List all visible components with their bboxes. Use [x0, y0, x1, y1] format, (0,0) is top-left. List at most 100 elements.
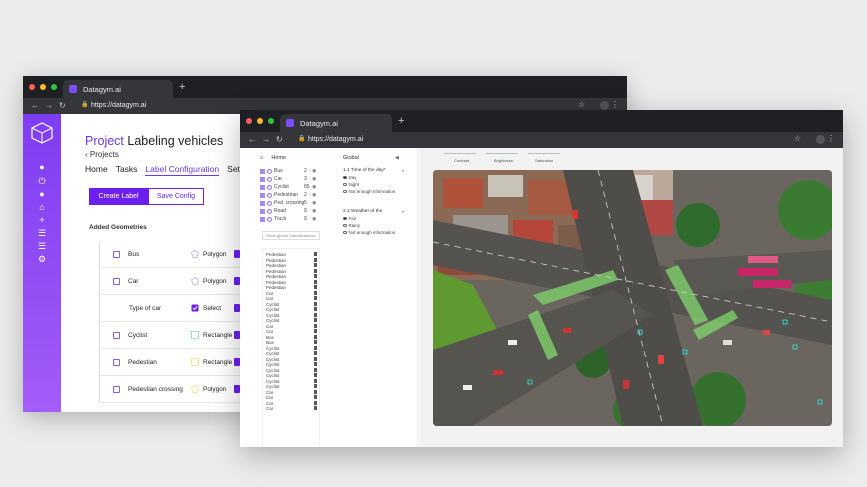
- profile-avatar[interactable]: [600, 101, 609, 110]
- object-list-item[interactable]: Pedestian: [266, 263, 317, 268]
- object-list-item[interactable]: Cyclist: [266, 384, 317, 389]
- aerial-intersection-image[interactable]: [433, 170, 832, 426]
- trash-icon[interactable]: [314, 285, 317, 289]
- object-list-item[interactable]: Pedestian: [266, 274, 317, 279]
- back-arrow-icon[interactable]: ←: [248, 135, 256, 144]
- trash-icon[interactable]: [314, 373, 317, 377]
- plus-icon[interactable]: +: [35, 215, 49, 225]
- new-tab-button[interactable]: +: [398, 115, 404, 127]
- profile-avatar[interactable]: [816, 135, 825, 144]
- object-list-item[interactable]: Car: [266, 400, 317, 406]
- object-list-item[interactable]: Pedestian: [266, 252, 317, 257]
- forward-arrow-icon[interactable]: →: [45, 101, 53, 110]
- eye-icon[interactable]: ◉: [312, 168, 316, 174]
- trash-icon[interactable]: [314, 351, 317, 355]
- object-list-item[interactable]: Pedestian: [266, 257, 317, 263]
- trash-icon[interactable]: [314, 257, 317, 262]
- radio-fair[interactable]: Fair: [343, 216, 356, 221]
- minimize-window-button[interactable]: [257, 118, 263, 124]
- chevron-down-icon[interactable]: ▾: [402, 168, 404, 173]
- class-row-cyclist[interactable]: Cyclist 85 ◉: [260, 184, 322, 192]
- eye-icon[interactable]: ◉: [312, 192, 316, 198]
- eye-icon[interactable]: ◉: [312, 216, 316, 222]
- geometry-row-car[interactable]: Car Polygon: [99, 269, 259, 295]
- brightness-slider[interactable]: [486, 153, 518, 154]
- radio-rainy[interactable]: Rainy: [343, 223, 360, 228]
- trash-icon[interactable]: [314, 334, 317, 339]
- tab-label-configuration[interactable]: Label Configuration: [145, 164, 220, 176]
- trash-icon[interactable]: [314, 367, 317, 372]
- person-icon[interactable]: ●: [35, 189, 49, 199]
- object-list-item[interactable]: Cyclist: [266, 301, 317, 307]
- geometry-row-pedestian-crossing[interactable]: Pedestian crossing Polygon: [99, 377, 259, 403]
- class-row-pedestrian[interactable]: Pedestrian 2 ◉: [260, 192, 322, 200]
- class-checkbox[interactable]: [260, 177, 265, 182]
- trash-icon[interactable]: [314, 290, 317, 295]
- eye-icon[interactable]: ◉: [312, 208, 316, 214]
- new-tab-button[interactable]: +: [179, 81, 185, 93]
- trash-icon[interactable]: [314, 312, 317, 317]
- radio-not-enough-info-1[interactable]: Not enough information: [343, 189, 395, 194]
- browser-menu-icon[interactable]: ⋮: [827, 134, 835, 143]
- radio-night[interactable]: Night: [343, 182, 359, 187]
- eye-icon[interactable]: ◉: [312, 200, 316, 206]
- trash-icon[interactable]: [314, 318, 317, 322]
- object-list-item[interactable]: Pedestian: [266, 268, 317, 274]
- class-checkbox[interactable]: [260, 209, 265, 214]
- trash-icon[interactable]: [314, 378, 317, 383]
- class-row-truck[interactable]: Truck 0 ◉: [260, 216, 322, 224]
- save-config-button[interactable]: Save Config: [148, 188, 204, 205]
- forward-arrow-icon[interactable]: →: [262, 135, 270, 144]
- trash-icon[interactable]: [314, 356, 317, 361]
- maximize-window-button[interactable]: [51, 84, 57, 90]
- object-list-item[interactable]: Car: [266, 290, 317, 296]
- trash-icon[interactable]: [314, 384, 317, 388]
- chevron-down-icon[interactable]: ▾: [402, 209, 404, 214]
- class-checkbox[interactable]: [260, 217, 265, 222]
- url-field[interactable]: https://datagym.ai: [91, 102, 146, 109]
- object-list-item[interactable]: Pedestian: [266, 285, 317, 290]
- object-list-item[interactable]: Bus: [266, 340, 317, 345]
- class-row-road[interactable]: Road 0 ◉: [260, 208, 322, 216]
- list-icon[interactable]: ☰: [35, 228, 49, 238]
- home-link[interactable]: ⌂ Home: [260, 155, 286, 161]
- geometry-row-bus[interactable]: Bus Polygon: [99, 242, 259, 268]
- object-list-item[interactable]: Cyclist: [266, 351, 317, 356]
- browser-menu-icon[interactable]: ⋮: [611, 100, 619, 109]
- close-window-button[interactable]: [246, 118, 252, 124]
- tab-tasks[interactable]: Tasks: [116, 164, 138, 176]
- home-icon[interactable]: ⌂: [35, 202, 49, 212]
- reload-icon[interactable]: ↻: [276, 135, 283, 144]
- trash-icon[interactable]: [314, 340, 317, 344]
- user-icon[interactable]: ●: [35, 162, 49, 172]
- trash-icon[interactable]: [314, 263, 317, 267]
- geometry-row-cyclist[interactable]: Cyclist Rectangle: [99, 323, 259, 349]
- trash-icon[interactable]: [314, 301, 317, 306]
- contrast-slider[interactable]: [444, 153, 476, 154]
- eye-icon[interactable]: ◉: [312, 184, 316, 190]
- trash-icon[interactable]: [314, 296, 317, 300]
- class-checkbox[interactable]: [260, 201, 265, 206]
- datagym-logo-icon[interactable]: [30, 122, 54, 144]
- collapse-arrow-icon[interactable]: ◀: [395, 155, 399, 161]
- object-list-item[interactable]: Car: [266, 406, 317, 411]
- class-row-ped-crossing[interactable]: Ped. crossing 5 ◉: [260, 200, 322, 208]
- object-list-item[interactable]: Car: [266, 395, 317, 400]
- class-checkbox[interactable]: [260, 185, 265, 190]
- object-list-item[interactable]: Bus: [266, 334, 317, 340]
- object-list-item[interactable]: Car: [266, 329, 317, 334]
- object-list-item[interactable]: Cyclist: [266, 312, 317, 318]
- tab-home[interactable]: Home: [85, 164, 108, 176]
- gear-icon[interactable]: ⚙: [35, 254, 49, 264]
- back-to-projects-link[interactable]: ‹ Projects: [85, 150, 119, 159]
- object-list-item[interactable]: Pedestian: [266, 279, 317, 285]
- bookmark-star-icon[interactable]: ☆: [578, 100, 585, 109]
- trash-icon[interactable]: [314, 268, 317, 273]
- trash-icon[interactable]: [314, 329, 317, 333]
- back-arrow-icon[interactable]: ←: [31, 101, 39, 110]
- bookmark-star-icon[interactable]: ☆: [794, 134, 801, 143]
- checklist-icon[interactable]: ☰: [35, 241, 49, 251]
- radio-not-enough-info-2[interactable]: Not enough information: [343, 230, 395, 235]
- trash-icon[interactable]: [314, 389, 317, 394]
- browser-tab[interactable]: Datagym.ai: [63, 80, 173, 98]
